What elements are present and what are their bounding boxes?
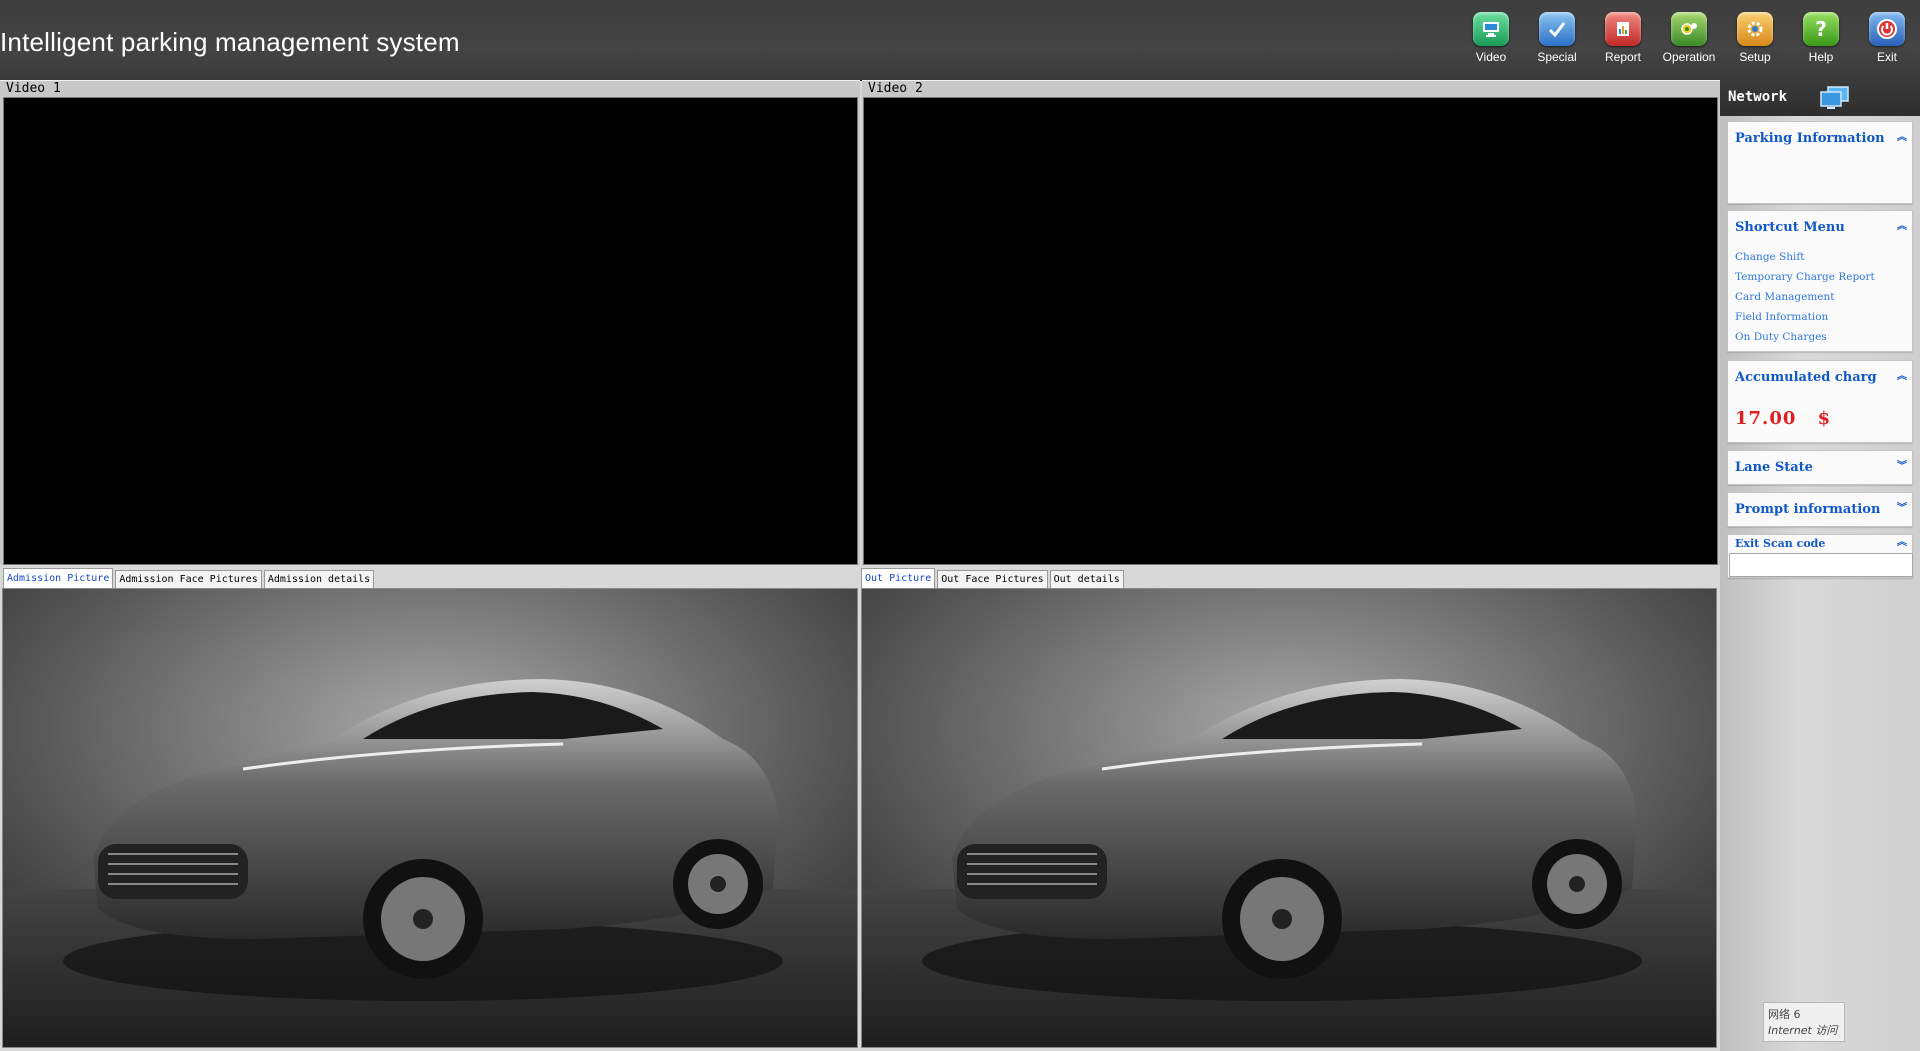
video-button-label: Video: [1475, 50, 1507, 64]
operation-gear-icon: [1671, 12, 1707, 46]
network-status-line2: Internet 访问: [1768, 1024, 1838, 1037]
collapse-up-icon[interactable]: ︽: [1896, 371, 1908, 383]
parking-information-title: Parking Information: [1735, 131, 1885, 146]
special-button-label: Special: [1537, 50, 1577, 64]
exit-scan-code-title: Exit Scan code: [1735, 537, 1826, 550]
app-title: Intelligent parking management system: [0, 27, 460, 57]
video-2-title: Video 2: [868, 81, 923, 96]
accumulated-charge-panel: Accumulated charg ︽ 17.00 $: [1727, 360, 1913, 443]
video-1-frame: Video 1: [0, 80, 860, 565]
accumulated-charge-title: Accumulated charg: [1735, 370, 1877, 385]
exit-scan-code-input[interactable]: [1729, 553, 1913, 577]
shortcut-card-management[interactable]: Card Management: [1735, 291, 1835, 303]
tab-admission-picture[interactable]: Admission Picture: [3, 568, 114, 588]
network-label: Network: [1728, 89, 1788, 105]
car-image: [862, 589, 1716, 1047]
video-2-frame: Video 2: [862, 80, 1720, 565]
parking-information-panel: Parking Information ︽: [1727, 121, 1913, 204]
shortcut-on-duty-charges[interactable]: On Duty Charges: [1735, 331, 1827, 343]
video-2-screen[interactable]: [863, 97, 1718, 565]
tab-out-details[interactable]: Out details: [1049, 570, 1124, 588]
report-button-label: Report: [1604, 50, 1642, 64]
collapse-up-icon[interactable]: ︽: [1896, 537, 1908, 549]
admission-picture: [2, 588, 858, 1048]
shortcut-field-information[interactable]: Field Information: [1735, 311, 1828, 323]
car-image: [3, 589, 857, 1047]
help-button-label: Help: [1808, 50, 1834, 64]
admission-tabs: Admission Picture Admission Face Picture…: [3, 568, 376, 588]
expand-down-icon[interactable]: ︾: [1896, 503, 1908, 515]
network-status-tooltip: 网络 6 Internet 访问: [1763, 1002, 1845, 1042]
collapse-up-icon[interactable]: ︽: [1896, 221, 1908, 233]
shortcut-menu-panel: Shortcut Menu ︽ Change Shift Temporary C…: [1727, 210, 1913, 352]
network-bar: Network: [1720, 80, 1920, 116]
report-chart-icon: [1605, 12, 1641, 46]
report-button[interactable]: Report: [1590, 12, 1656, 72]
tab-out-face-pictures[interactable]: Out Face Pictures: [937, 570, 1048, 588]
prompt-information-title: Prompt information: [1735, 502, 1881, 517]
app-header: Intelligent parking management system Vi…: [0, 0, 1920, 81]
special-check-icon: [1539, 12, 1575, 46]
special-button[interactable]: Special: [1524, 12, 1590, 72]
operation-button-label: Operation: [1662, 50, 1716, 64]
prompt-information-panel: Prompt information ︾: [1727, 492, 1913, 527]
shortcut-menu-title: Shortcut Menu: [1735, 220, 1845, 235]
tab-admission-face-pictures[interactable]: Admission Face Pictures: [115, 570, 262, 588]
accumulated-amount: 17.00 $: [1735, 408, 1831, 429]
operation-button[interactable]: Operation: [1656, 12, 1722, 72]
setup-button-label: Setup: [1739, 50, 1771, 64]
video-1-title: Video 1: [6, 81, 61, 96]
monitor-icon: [1473, 12, 1509, 46]
tab-out-picture[interactable]: Out Picture: [861, 568, 936, 588]
network-status-line1: 网络 6: [1768, 1008, 1801, 1021]
right-sidebar: Network Parking Information ︽ Shortcut M…: [1720, 80, 1920, 1051]
collapse-up-icon[interactable]: ︽: [1896, 132, 1908, 144]
video-button[interactable]: Video: [1458, 12, 1524, 72]
exit-button-label: Exit: [1876, 50, 1897, 64]
tab-admission-details[interactable]: Admission details: [263, 570, 375, 588]
shortcut-change-shift[interactable]: Change Shift: [1735, 251, 1805, 263]
out-picture: [861, 588, 1717, 1048]
currency-symbol: $: [1817, 408, 1832, 429]
network-monitor-icon[interactable]: [1818, 85, 1852, 111]
exit-button[interactable]: Exit: [1854, 12, 1920, 72]
exit-power-icon: [1869, 12, 1905, 46]
lane-state-title: Lane State: [1735, 460, 1813, 475]
expand-down-icon[interactable]: ︾: [1896, 461, 1908, 473]
shortcut-temporary-charge-report[interactable]: Temporary Charge Report: [1735, 271, 1875, 283]
setup-gear-icon: [1737, 12, 1773, 46]
out-tabs: Out Picture Out Face Pictures Out detail…: [861, 568, 1126, 588]
setup-button[interactable]: Setup: [1722, 12, 1788, 72]
help-button[interactable]: ? Help: [1788, 12, 1854, 72]
video-1-screen[interactable]: [3, 97, 858, 565]
exit-scan-code-panel: Exit Scan code ︽: [1727, 534, 1913, 578]
amount-value: 17.00: [1735, 408, 1797, 429]
help-question-icon: ?: [1803, 12, 1839, 46]
main-toolbar: Video Special Report Operation Setup ? H…: [1458, 12, 1920, 72]
lane-state-panel: Lane State ︾: [1727, 450, 1913, 485]
